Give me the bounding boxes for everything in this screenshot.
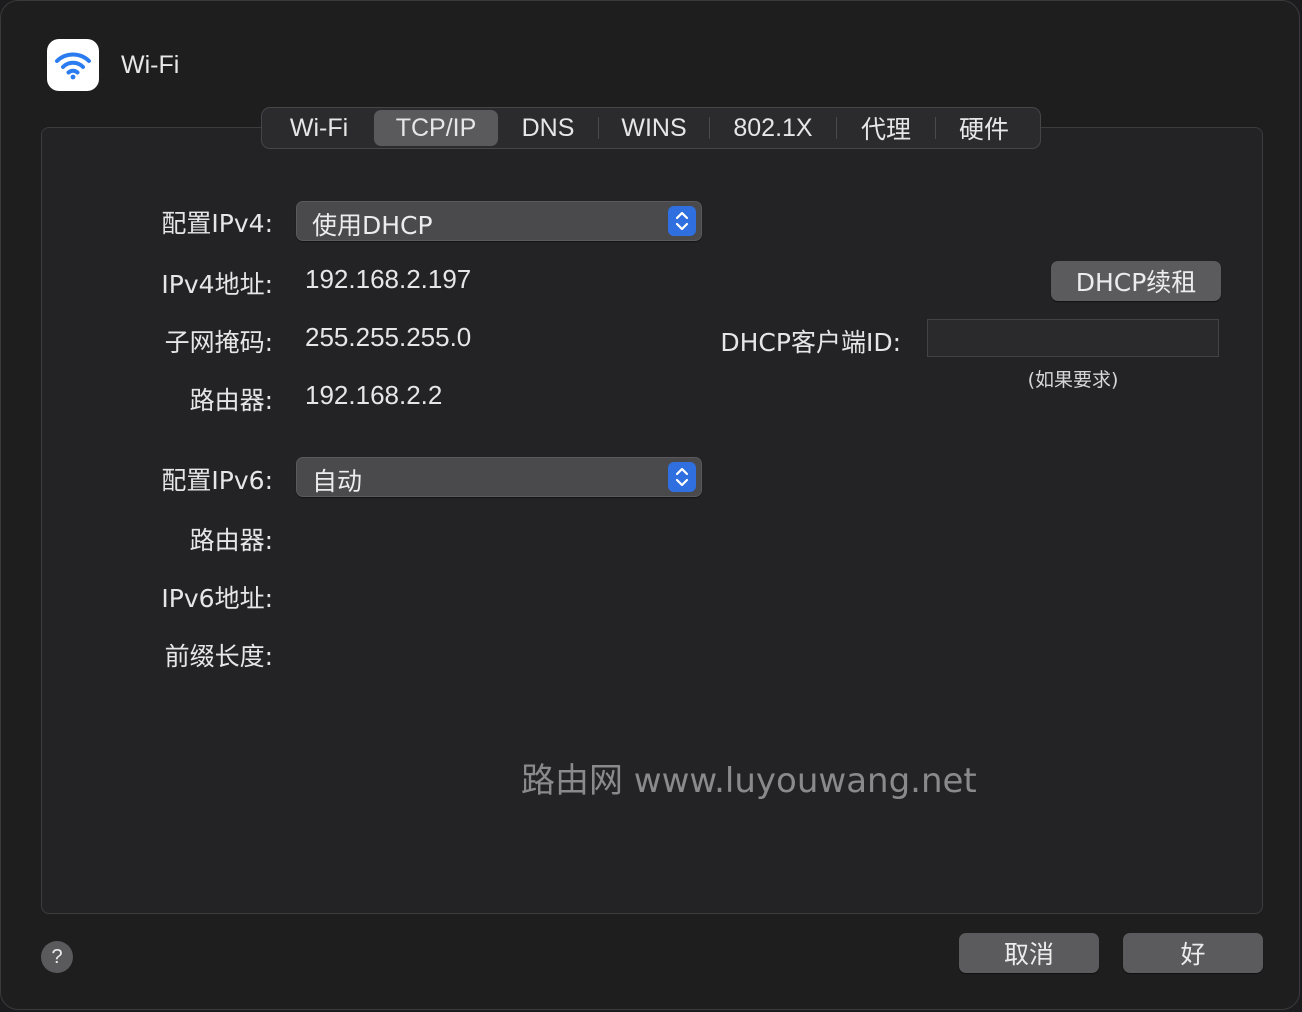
tab-dns[interactable]: DNS xyxy=(498,110,598,146)
dhcp-client-id-label: DHCP客户端ID: xyxy=(720,328,901,357)
cancel-button[interactable]: 取消 xyxy=(959,933,1099,973)
tab-bar: Wi-Fi TCP/IP DNS WINS 802.1X 代理 硬件 xyxy=(261,107,1041,149)
ipv4-router-value: 192.168.2.2 xyxy=(305,380,443,410)
configure-ipv6-select[interactable]: 自动 xyxy=(296,457,702,497)
ipv6-router-label: 路由器: xyxy=(189,526,273,555)
dhcp-client-id-field[interactable] xyxy=(927,319,1219,357)
tab-wins[interactable]: WINS xyxy=(599,110,709,146)
tab-8021x[interactable]: 802.1X xyxy=(710,110,836,146)
chevron-updown-icon xyxy=(668,462,696,492)
configure-ipv4-label: 配置IPv4: xyxy=(161,209,273,238)
tab-wifi[interactable]: Wi-Fi xyxy=(264,110,374,146)
window-header: Wi-Fi xyxy=(47,39,179,91)
ipv4-address-value: 192.168.2.197 xyxy=(305,264,472,294)
help-button[interactable]: ? xyxy=(41,941,73,973)
dhcp-renew-button[interactable]: DHCP续租 xyxy=(1051,261,1221,301)
tab-hardware[interactable]: 硬件 xyxy=(936,110,1032,146)
ipv6-address-label: IPv6地址: xyxy=(161,584,273,613)
prefix-length-label: 前缀长度: xyxy=(164,642,273,671)
window-title: Wi-Fi xyxy=(121,50,180,79)
wifi-icon xyxy=(47,39,99,91)
ok-button[interactable]: 好 xyxy=(1123,933,1263,973)
chevron-updown-icon xyxy=(668,206,696,236)
ipv4-router-label: 路由器: xyxy=(189,386,273,415)
watermark-text: 路由网 www.luyouwang.net xyxy=(521,761,977,801)
dhcp-client-id-hint: (如果要求) xyxy=(1027,369,1119,391)
configure-ipv6-value: 自动 xyxy=(312,467,363,496)
network-settings-window: Wi-Fi Wi-Fi TCP/IP DNS WINS 802.1X 代理 硬件… xyxy=(0,0,1300,1010)
ipv4-address-label: IPv4地址: xyxy=(161,270,273,299)
tab-tcpip[interactable]: TCP/IP xyxy=(374,110,498,146)
configure-ipv4-value: 使用DHCP xyxy=(312,211,433,240)
tab-proxy[interactable]: 代理 xyxy=(837,110,935,146)
configure-ipv4-select[interactable]: 使用DHCP xyxy=(296,201,702,241)
subnet-mask-label: 子网掩码: xyxy=(164,328,273,357)
subnet-mask-value: 255.255.255.0 xyxy=(305,322,472,352)
configure-ipv6-label: 配置IPv6: xyxy=(161,466,273,495)
